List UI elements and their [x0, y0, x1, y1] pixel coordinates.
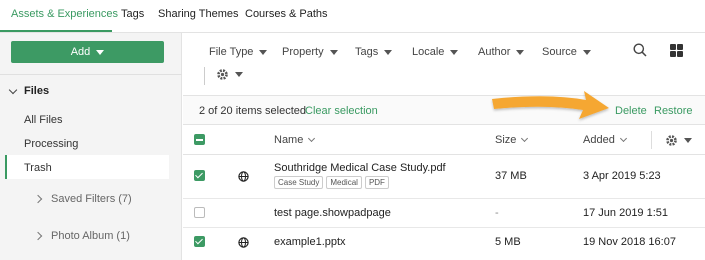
selection-bar: 2 of 20 items selected Clear selection D…	[183, 96, 705, 124]
row-checkbox[interactable]	[194, 236, 205, 247]
chevron-down-icon	[619, 134, 627, 143]
column-label: Size	[495, 134, 517, 146]
globe-icon	[238, 171, 249, 182]
sidebar-divider	[0, 74, 182, 75]
column-label: Added	[583, 134, 615, 146]
sidebar-files-label: Files	[24, 85, 50, 97]
tab-sharing-themes[interactable]: Sharing Themes	[158, 8, 239, 20]
sidebar: Add Files All Files Processing Trash Sav…	[0, 33, 182, 260]
filter-bar: File Type Property Tags Locale Author So…	[183, 33, 705, 96]
filter-property[interactable]: Property	[282, 46, 338, 58]
search-icon[interactable]	[633, 43, 647, 57]
caret-down-icon	[450, 49, 459, 55]
restore-button[interactable]: Restore	[654, 105, 693, 117]
file-name[interactable]: test page.showpadpage	[274, 207, 391, 219]
chevron-down-icon	[308, 134, 316, 143]
file-size: -	[495, 207, 499, 219]
select-all-checkbox[interactable]	[194, 134, 205, 145]
table-row[interactable]: example1.pptx 5 MB 19 Nov 2018 16:07	[183, 228, 705, 260]
caret-down-icon	[516, 49, 525, 55]
filter-label: Source	[542, 46, 577, 58]
tab-courses-paths[interactable]: Courses & Paths	[245, 8, 328, 20]
settings-menu[interactable]	[216, 68, 243, 81]
caret-down-icon	[582, 49, 591, 55]
column-header-size[interactable]: Size	[495, 134, 529, 146]
selection-count: 2 of 20 items selected	[199, 105, 307, 117]
delete-button[interactable]: Delete	[615, 105, 647, 117]
caret-down-icon	[235, 72, 243, 77]
active-tab-indicator	[0, 30, 112, 32]
sidebar-item-trash-label: Trash	[24, 162, 52, 174]
chevron-right-icon	[33, 231, 43, 241]
column-header-name[interactable]: Name	[274, 134, 316, 146]
annotation-arrow	[492, 91, 609, 119]
file-size: 5 MB	[495, 236, 521, 248]
file-name[interactable]: Southridge Medical Case Study.pdf	[274, 162, 446, 174]
tag-chip[interactable]: Case Study	[274, 176, 324, 189]
add-button[interactable]: Add	[11, 41, 164, 63]
filter-label: Tags	[355, 46, 379, 58]
caret-down-icon	[329, 49, 338, 55]
caret-down-icon	[96, 49, 105, 55]
chevron-down-icon	[8, 85, 18, 94]
row-checkbox[interactable]	[194, 170, 205, 181]
globe-icon	[238, 237, 249, 248]
filter-file-type[interactable]: File Type	[209, 46, 268, 58]
chevron-down-icon	[521, 134, 529, 143]
top-nav: Assets & Experiences Tags Sharing Themes…	[0, 0, 705, 33]
filter-locale[interactable]: Locale	[412, 46, 459, 58]
filter-label: Property	[282, 46, 324, 58]
filter-separator	[204, 67, 205, 85]
file-added-date: 19 Nov 2018 16:07	[583, 236, 676, 248]
tab-tags[interactable]: Tags	[121, 8, 144, 20]
add-button-label: Add	[70, 46, 91, 58]
filter-tags[interactable]: Tags	[355, 46, 393, 58]
table-row[interactable]: test page.showpadpage - 17 Jun 2019 1:51	[183, 199, 705, 228]
caret-down-icon	[684, 138, 692, 143]
sidebar-item-processing[interactable]: Processing	[24, 138, 78, 150]
column-header-added[interactable]: Added	[583, 134, 627, 146]
gear-icon	[217, 69, 228, 80]
column-separator	[651, 131, 652, 149]
sidebar-files-toggle[interactable]: Files	[8, 85, 50, 97]
tag-chip[interactable]: PDF	[364, 176, 389, 189]
caret-down-icon	[259, 49, 268, 55]
tab-assets-experiences[interactable]: Assets & Experiences	[11, 8, 118, 20]
filter-source[interactable]: Source	[542, 46, 591, 58]
sidebar-item-all-files[interactable]: All Files	[24, 114, 63, 126]
filter-author[interactable]: Author	[478, 46, 525, 58]
file-tags: Case Study Medical PDF	[274, 176, 389, 189]
sidebar-group-photo-album[interactable]: Photo Album (1)	[33, 230, 130, 242]
tag-chip[interactable]: Medical	[326, 176, 362, 189]
table-row[interactable]: Southridge Medical Case Study.pdf Case S…	[183, 155, 705, 199]
file-size: 37 MB	[495, 170, 527, 182]
sidebar-group-label: Photo Album (1)	[51, 230, 130, 242]
filter-label: Locale	[412, 46, 445, 58]
file-added-date: 3 Apr 2019 5:23	[583, 170, 661, 182]
file-added-date: 17 Jun 2019 1:51	[583, 207, 669, 219]
column-settings-menu[interactable]	[665, 134, 692, 147]
gear-icon	[666, 135, 677, 146]
grid-view-icon[interactable]	[670, 44, 683, 57]
filter-label: Author	[478, 46, 511, 58]
sidebar-group-saved-filters[interactable]: Saved Filters (7)	[33, 193, 132, 205]
chevron-right-icon	[33, 194, 43, 204]
sidebar-group-label: Saved Filters (7)	[51, 193, 132, 205]
table-header: Name Size Added	[183, 124, 705, 155]
clear-selection-link[interactable]: Clear selection	[305, 105, 378, 117]
file-name[interactable]: example1.pptx	[274, 236, 346, 248]
column-label: Name	[274, 134, 304, 146]
filter-label: File Type	[209, 46, 254, 58]
caret-down-icon	[384, 49, 393, 55]
row-checkbox[interactable]	[194, 207, 205, 218]
